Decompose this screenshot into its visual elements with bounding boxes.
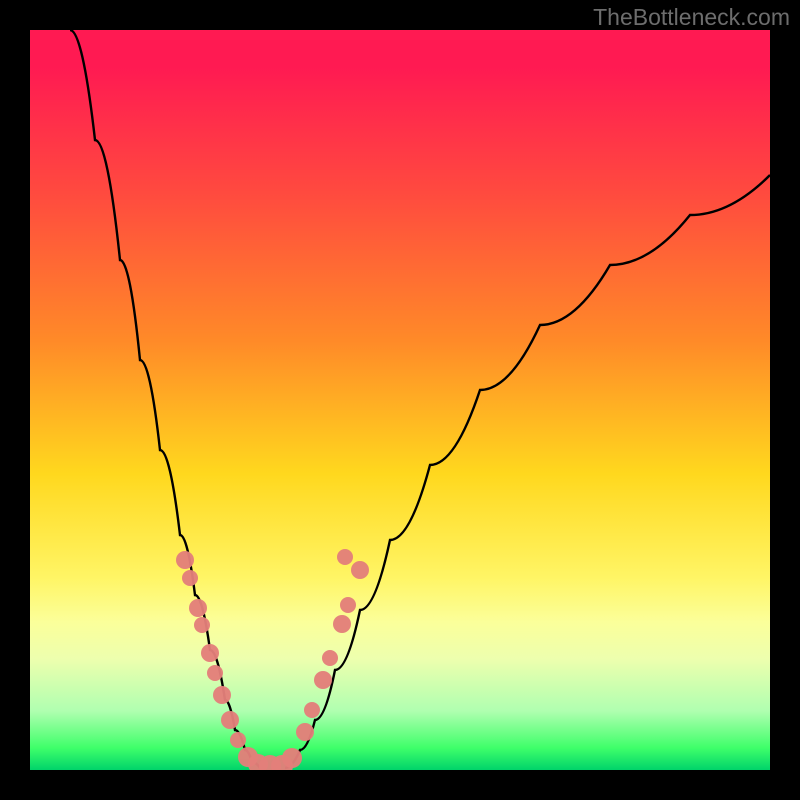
data-point	[296, 723, 314, 741]
data-point	[282, 748, 302, 768]
chart-frame: TheBottleneck.com	[0, 0, 800, 800]
data-point	[201, 644, 219, 662]
data-point	[221, 711, 239, 729]
data-point	[304, 702, 320, 718]
plot-area	[30, 30, 770, 770]
watermark-text: TheBottleneck.com	[593, 4, 790, 31]
data-point	[213, 686, 231, 704]
data-point	[333, 615, 351, 633]
data-point	[322, 650, 338, 666]
data-point	[176, 551, 194, 569]
data-point	[230, 732, 246, 748]
right-curve	[285, 175, 770, 768]
data-point	[194, 617, 210, 633]
data-point	[340, 597, 356, 613]
left-curve	[70, 30, 260, 768]
data-markers	[176, 549, 369, 770]
data-point	[337, 549, 353, 565]
data-point	[207, 665, 223, 681]
data-point	[314, 671, 332, 689]
data-point	[351, 561, 369, 579]
data-point	[189, 599, 207, 617]
data-point	[182, 570, 198, 586]
curves-svg	[30, 30, 770, 770]
